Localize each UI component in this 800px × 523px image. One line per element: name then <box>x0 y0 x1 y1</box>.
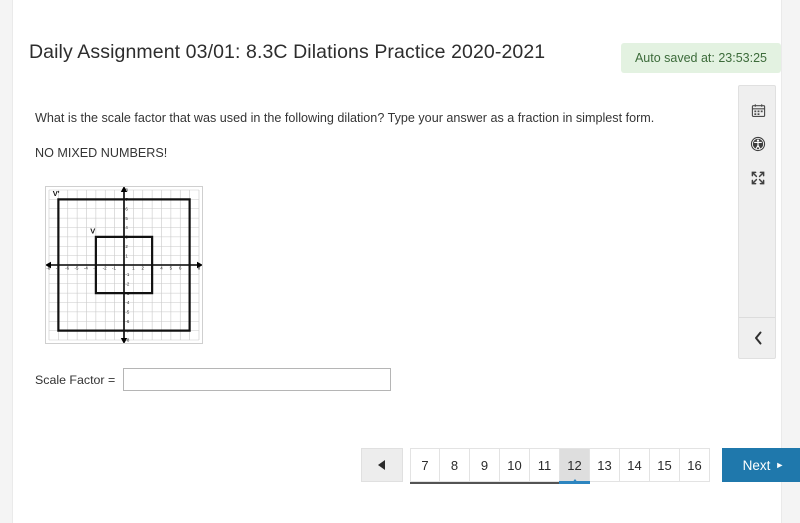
svg-text:-6: -6 <box>125 319 129 324</box>
pagination-page-label: 11 <box>537 457 552 473</box>
svg-text:-8: -8 <box>46 266 50 271</box>
svg-text:-4: -4 <box>84 266 88 271</box>
pagination-page-label: 12 <box>567 457 582 473</box>
pagination-page-label: 10 <box>507 457 522 473</box>
svg-text:-2: -2 <box>125 281 129 286</box>
svg-text:-1: -1 <box>125 272 129 277</box>
svg-text:-8: -8 <box>125 338 129 343</box>
pagination-page-9[interactable]: 9 <box>469 448 500 484</box>
pagination-page-label: 14 <box>627 457 642 473</box>
scale-factor-input[interactable] <box>123 368 392 391</box>
pagination-page-label: 13 <box>597 457 612 473</box>
pagination-page-16[interactable]: 16 <box>680 448 710 482</box>
autosave-status-badge: Auto saved at: 23:53:25 <box>621 43 781 73</box>
pagination-page-11[interactable]: 11 <box>529 448 560 484</box>
collapse-panel-button[interactable] <box>739 318 777 358</box>
pagination-page-label: 16 <box>687 457 702 473</box>
pagination-page-7[interactable]: 7 <box>410 448 440 484</box>
next-button[interactable]: Next ► <box>722 448 800 482</box>
question-note: NO MIXED NUMBERS! <box>35 146 168 160</box>
calendar-icon[interactable] <box>739 93 777 127</box>
pagination-page-label: 9 <box>480 457 489 473</box>
pagination-page-13[interactable]: 13 <box>590 448 620 482</box>
pagination-prev-button[interactable] <box>361 448 403 482</box>
pagination-page-14[interactable]: 14 <box>620 448 650 482</box>
page-title: Daily Assignment 03/01: 8.3C Dilations P… <box>29 41 546 63</box>
accessibility-icon[interactable] <box>739 127 777 161</box>
answer-row: Scale Factor = <box>35 368 392 391</box>
pagination-page-list: 7 8 9 10 11 12 13 14 15 16 <box>410 448 710 484</box>
coordinate-plane-svg: -8 -7 -6 -5 -4 -3 -2 -1 1 2 3 4 5 6 7 8-8-7-6-5-4-3-2-1… <box>46 187 202 343</box>
pagination-page-label: 8 <box>450 457 459 473</box>
svg-text:-4: -4 <box>125 300 129 305</box>
svg-text:-2: -2 <box>103 266 107 271</box>
svg-text:V: V <box>90 226 95 235</box>
svg-text:-5: -5 <box>75 266 79 271</box>
assignment-card: Daily Assignment 03/01: 8.3C Dilations P… <box>12 0 800 523</box>
svg-text:-1: -1 <box>112 266 116 271</box>
svg-text:-5: -5 <box>125 310 129 315</box>
pagination-active-caret <box>570 479 579 484</box>
pagination-page-15[interactable]: 15 <box>650 448 680 482</box>
pagination: 7 8 9 10 11 12 13 14 15 16 Next ► <box>361 448 800 484</box>
pagination-page-8[interactable]: 8 <box>439 448 470 484</box>
next-button-label: Next <box>742 457 771 473</box>
question-prompt: What is the scale factor that was used i… <box>35 111 655 125</box>
svg-text:-6: -6 <box>65 266 69 271</box>
fullscreen-icon[interactable] <box>739 161 777 195</box>
pagination-page-label: 7 <box>421 457 429 473</box>
pagination-page-12[interactable]: 12 <box>559 448 590 484</box>
dilation-coordinate-graph: -8 -7 -6 -5 -4 -3 -2 -1 1 2 3 4 5 6 7 8 -8 -7 -6 -5 -4 -3 -2 -1… <box>45 186 203 344</box>
pagination-page-label: 15 <box>657 457 672 473</box>
scale-factor-label: Scale Factor = <box>35 372 116 387</box>
tools-panel <box>738 85 776 359</box>
pagination-page-10[interactable]: 10 <box>499 448 530 484</box>
svg-text:V': V' <box>53 189 60 198</box>
next-arrow-icon: ► <box>775 460 785 470</box>
page-root: Daily Assignment 03/01: 8.3C Dilations P… <box>0 0 800 523</box>
